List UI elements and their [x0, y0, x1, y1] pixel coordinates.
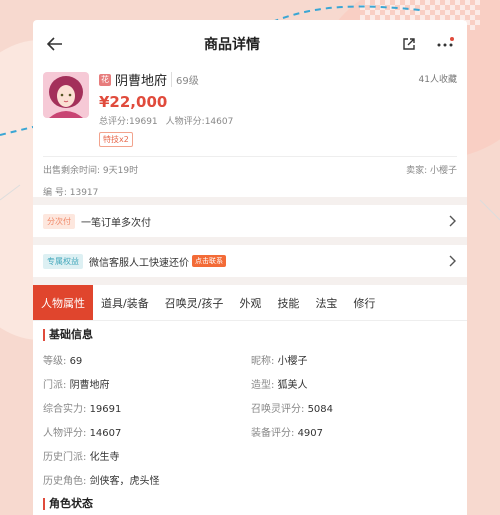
chevron-right-icon — [449, 255, 457, 270]
field-value: 狐美人 — [277, 380, 308, 391]
sale-meta: 出售剩余时间: 9天19时 卖家: 小樱子 编 号: 13917 — [33, 157, 467, 198]
more-icon[interactable] — [433, 32, 457, 56]
installment-badge: 分次付 — [43, 213, 75, 229]
page-title: 商品详情 — [204, 37, 260, 53]
field-value: 剑侠客，虎头怪 — [89, 476, 160, 487]
product-summary: 花 阴曹地府 69级 41人收藏 ¥22,000 总评分:19691 人物评分:… — [33, 68, 467, 156]
remaining-time: 出售剩余时间: 9天19时 — [43, 166, 139, 176]
field-label: 历史门派: — [43, 452, 87, 463]
spacer — [33, 277, 467, 285]
field-value: 5084 — [307, 404, 334, 415]
promo-vip[interactable]: 专属权益 微信客服人工快速还价 点击联系 — [33, 245, 467, 277]
field-label: 昵称: — [251, 356, 275, 367]
vip-badge: 专属权益 — [43, 253, 83, 269]
server-icon: 花 — [99, 73, 111, 86]
tab-appearance[interactable]: 外观 — [231, 285, 269, 320]
field-label: 等级: — [43, 356, 67, 367]
spacer — [33, 237, 467, 245]
field-value: 4907 — [297, 428, 324, 439]
field-label: 造型: — [251, 380, 275, 391]
top-bar: 商品详情 — [33, 20, 467, 68]
tab-attributes[interactable]: 人物属性 — [33, 285, 93, 320]
role-status-title: 角色状态 — [43, 498, 93, 510]
back-arrow-icon[interactable] — [43, 32, 67, 56]
field-label: 综合实力: — [43, 404, 87, 415]
tab-bar: 人物属性 道具/装备 召唤灵/孩子 外观 技能 法宝 修行 — [33, 285, 467, 321]
share-icon[interactable] — [397, 32, 421, 56]
character-score: 人物评分:14607 — [165, 117, 234, 127]
skill-tag: 特技x2 — [99, 132, 133, 147]
total-score: 总评分:19691 — [99, 117, 158, 127]
seller: 卖家: 小樱子 — [406, 166, 457, 176]
field-value: 阴曹地府 — [69, 380, 110, 391]
tab-treasure[interactable]: 法宝 — [307, 285, 345, 320]
promo-installment[interactable]: 分次付 一笔订单多次付 — [33, 205, 467, 237]
tab-practice[interactable]: 修行 — [345, 285, 383, 320]
field-value: 14607 — [89, 428, 122, 439]
field-label: 人物评分: — [43, 428, 87, 439]
field-label: 历史角色: — [43, 476, 87, 487]
character-avatar[interactable] — [43, 72, 89, 118]
field-label: 门派: — [43, 380, 67, 391]
character-name: 阴曹地府 — [115, 74, 168, 89]
vip-text: 微信客服人工快速还价 — [89, 257, 189, 269]
character-level: 69级 — [171, 72, 199, 87]
favorite-count: 41人收藏 — [418, 75, 457, 85]
field-value: 化生寺 — [89, 452, 120, 463]
chevron-right-icon — [449, 215, 457, 230]
field-label: 召唤灵评分: — [251, 404, 305, 415]
field-value: 小樱子 — [277, 356, 308, 367]
section-title: 基础信息 — [43, 329, 457, 341]
tab-skills[interactable]: 技能 — [269, 285, 307, 320]
detail-card: 商品详情 花 阴曹地府 69级 41人收藏 ¥22,000 总评分:19691 … — [33, 20, 467, 515]
field-label: 装备评分: — [251, 428, 295, 439]
tab-summons[interactable]: 召唤灵/孩子 — [157, 285, 232, 320]
spacer — [33, 197, 467, 205]
price: ¥22,000 — [99, 93, 168, 111]
field-value: 19691 — [89, 404, 122, 415]
field-value: 69 — [69, 356, 83, 367]
basic-info: 基础信息 等级: 69 昵称: 小樱子 门派: 阴曹地府 造型: 狐美人 综合实… — [33, 321, 467, 487]
installment-text: 一笔订单多次付 — [81, 217, 151, 229]
contact-button[interactable]: 点击联系 — [192, 255, 226, 267]
tab-equipment[interactable]: 道具/装备 — [93, 285, 157, 320]
serial-number: 编 号: 13917 — [43, 188, 99, 198]
